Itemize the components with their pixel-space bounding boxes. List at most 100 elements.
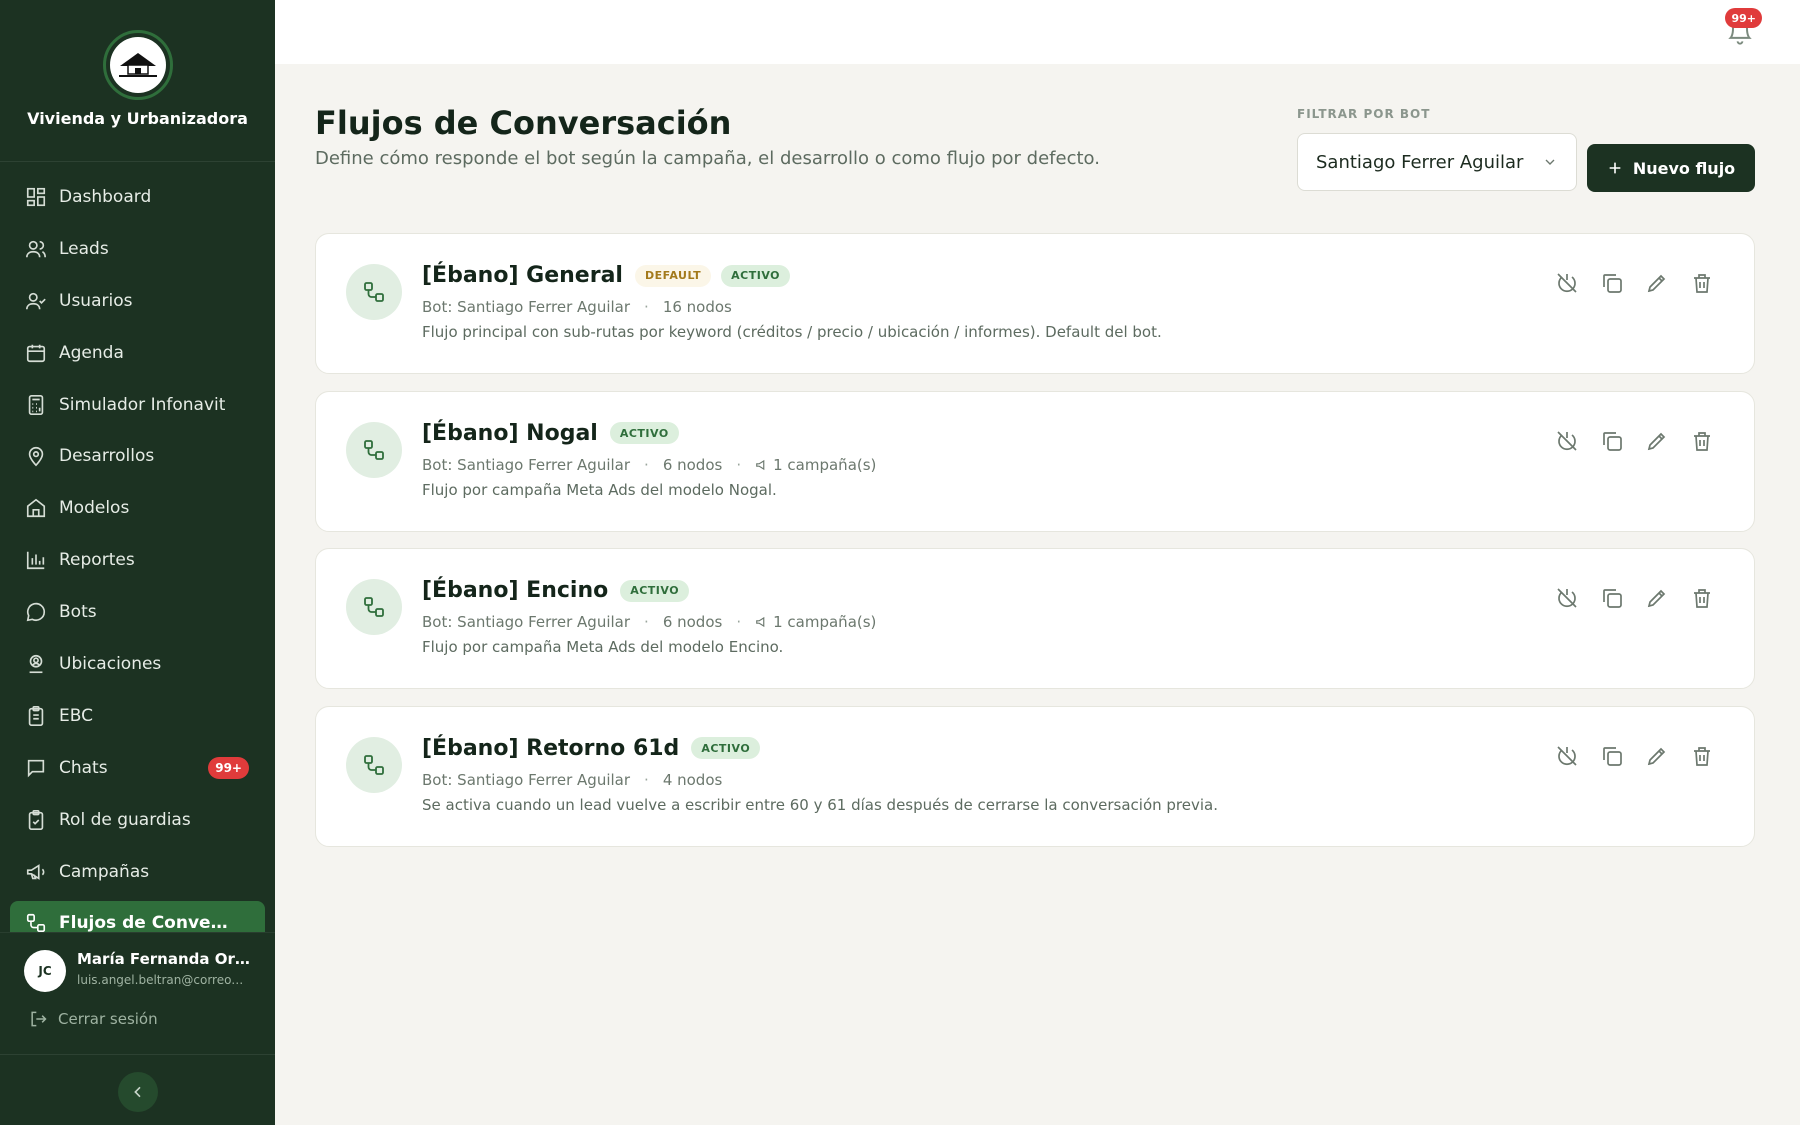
sidebar-item-campanas[interactable]: Campañas (10, 850, 265, 894)
home-icon (25, 497, 47, 519)
sidebar-item-ebc[interactable]: EBC (10, 694, 265, 738)
sidebar-item-modelos[interactable]: Modelos (10, 486, 265, 530)
workflow-icon (346, 579, 402, 635)
sidebar-item-label: Campañas (59, 861, 150, 882)
flow-title: [Ébano] Retorno 61d (422, 735, 680, 761)
flow-bot: Bot: Santiago Ferrer Aguilar (422, 455, 631, 474)
sidebar-footer (0, 1054, 275, 1125)
flow-actions (1534, 586, 1714, 610)
megaphone-icon (755, 615, 769, 629)
sidebar-item-label: Ubicaciones (59, 654, 162, 675)
brand-header: Vivienda y Urbanizadora (0, 0, 275, 162)
flow-title: [Ébano] Encino (422, 578, 609, 603)
sidebar-item-reportes[interactable]: Reportes (10, 538, 265, 582)
flow-bot: Bot: Santiago Ferrer Aguilar (422, 770, 631, 789)
deactivate-button[interactable] (1555, 744, 1579, 768)
flow-nodes: 6 nodos (662, 455, 723, 474)
bot-filter-value: Santiago Ferrer Aguilar (1316, 151, 1524, 173)
flow-bot: Bot: Santiago Ferrer Aguilar (422, 613, 631, 631)
topbar: 99+ (275, 0, 1800, 64)
flow-card[interactable]: [Ébano] Retorno 61d ACTIVO Bot: Santiago… (315, 705, 1755, 847)
sidebar-item-label: Chats (59, 757, 108, 778)
bot-filter-label: FILTRAR POR BOT (1297, 107, 1431, 121)
map-pin-icon (25, 445, 47, 467)
bot-filter-select[interactable]: Santiago Ferrer Aguilar (1297, 133, 1577, 191)
meta-separator: · (644, 613, 649, 631)
new-flow-label: Nuevo flujo (1632, 158, 1736, 178)
delete-button[interactable] (1690, 586, 1714, 610)
flow-actions (1534, 271, 1714, 295)
sidebar-item-chats[interactable]: Chats 99+ (10, 746, 265, 790)
status-badge: ACTIVO (691, 737, 761, 759)
default-badge: DEFAULT (634, 264, 712, 287)
delete-button[interactable] (1690, 744, 1714, 768)
meta-separator: · (644, 298, 649, 316)
sidebar-item-label: Desarrollos (59, 446, 155, 467)
brand-logo[interactable] (103, 30, 173, 100)
message-circle-icon (25, 601, 47, 623)
page-title: Flujos de Conversación (315, 104, 732, 142)
sidebar-item-label: Agenda (59, 342, 124, 363)
flow-description: Flujo por campaña Meta Ads del modelo En… (422, 638, 784, 656)
sidebar-item-label: Simulador Infonavit (59, 394, 226, 415)
chats-count-badge: 99+ (208, 756, 249, 779)
flow-actions (1534, 744, 1714, 768)
sidebar-item-label: Dashboard (59, 187, 152, 207)
edit-button[interactable] (1645, 271, 1669, 295)
sidebar-item-label: Leads (59, 238, 109, 259)
user-email: luis.angel.beltran@correo.com (77, 973, 247, 987)
collapse-sidebar-button[interactable] (118, 1072, 158, 1112)
plus-icon (1607, 160, 1623, 176)
delete-button[interactable] (1690, 429, 1714, 453)
users-icon (25, 238, 47, 260)
edit-button[interactable] (1645, 744, 1669, 768)
meta-separator: · (644, 770, 649, 789)
deactivate-button[interactable] (1555, 271, 1579, 295)
sidebar-item-label: Usuarios (59, 290, 133, 311)
sidebar-item-ubicaciones[interactable]: Ubicaciones (10, 642, 265, 686)
deactivate-button[interactable] (1555, 429, 1579, 453)
flow-actions (1534, 429, 1714, 453)
sidebar-item-desarrollos[interactable]: Desarrollos (10, 434, 265, 478)
dashboard-icon (25, 186, 47, 208)
flow-title: [Ébano] Nogal (422, 420, 598, 446)
notification-count-badge: 99+ (1725, 8, 1762, 28)
duplicate-button[interactable] (1600, 586, 1624, 610)
avatar[interactable]: JC (24, 950, 66, 992)
flow-meta: Bot: Santiago Ferrer Aguilar · 6 nodos ·… (422, 456, 876, 474)
sidebar-item-rol-de-guardias[interactable]: Rol de guardias (10, 798, 265, 842)
sidebar-item-label: Reportes (59, 550, 135, 571)
page-subtitle: Define cómo responde el bot según la cam… (315, 148, 1100, 169)
logout-button[interactable]: Cerrar sesión (28, 1009, 158, 1029)
duplicate-button[interactable] (1600, 744, 1624, 768)
flow-nodes: 6 nodos (662, 613, 723, 631)
edit-button[interactable] (1645, 586, 1669, 610)
flow-title-row: [Ébano] Retorno 61d ACTIVO (422, 736, 770, 761)
flow-card[interactable]: [Ébano] Encino ACTIVO Bot: Santiago Ferr… (315, 548, 1755, 689)
sidebar-item-agenda[interactable]: Agenda (10, 331, 265, 375)
delete-button[interactable] (1690, 271, 1714, 295)
flow-title-row: [Ébano] Encino ACTIVO (422, 578, 699, 603)
house-logo-icon (110, 37, 166, 93)
flow-campaigns: 1 campaña(s) (773, 455, 877, 474)
user-profile: JC María Fernanda Ortega luis.angel.belt… (0, 932, 275, 1055)
sidebar-item-leads[interactable]: Leads (10, 227, 265, 271)
sidebar-item-bots[interactable]: Bots (10, 590, 265, 634)
flow-description: Flujo principal con sub-rutas por keywor… (422, 323, 1162, 341)
sidebar-item-usuarios[interactable]: Usuarios (10, 279, 265, 323)
megaphone-icon (25, 861, 47, 883)
flow-meta: Bot: Santiago Ferrer Aguilar · 4 nodos (422, 771, 722, 789)
new-flow-button[interactable]: Nuevo flujo (1587, 144, 1755, 192)
sidebar-item-simulador-infonavit[interactable]: Simulador Infonavit (10, 383, 265, 427)
duplicate-button[interactable] (1600, 271, 1624, 295)
edit-button[interactable] (1645, 429, 1669, 453)
sidebar-item-flujos-de-conversacion[interactable]: Flujos de Conversación (10, 901, 265, 935)
flow-title-row: [Ébano] General DEFAULT ACTIVO (422, 263, 800, 288)
flow-card[interactable]: [Ébano] Nogal ACTIVO Bot: Santiago Ferre… (315, 390, 1755, 532)
flow-card[interactable]: [Ébano] General DEFAULT ACTIVO Bot: Sant… (315, 233, 1755, 374)
deactivate-button[interactable] (1555, 586, 1579, 610)
status-badge: ACTIVO (620, 579, 690, 602)
sidebar-item-dashboard[interactable]: Dashboard (10, 175, 265, 219)
duplicate-button[interactable] (1600, 429, 1624, 453)
chevron-down-icon (1542, 154, 1558, 170)
